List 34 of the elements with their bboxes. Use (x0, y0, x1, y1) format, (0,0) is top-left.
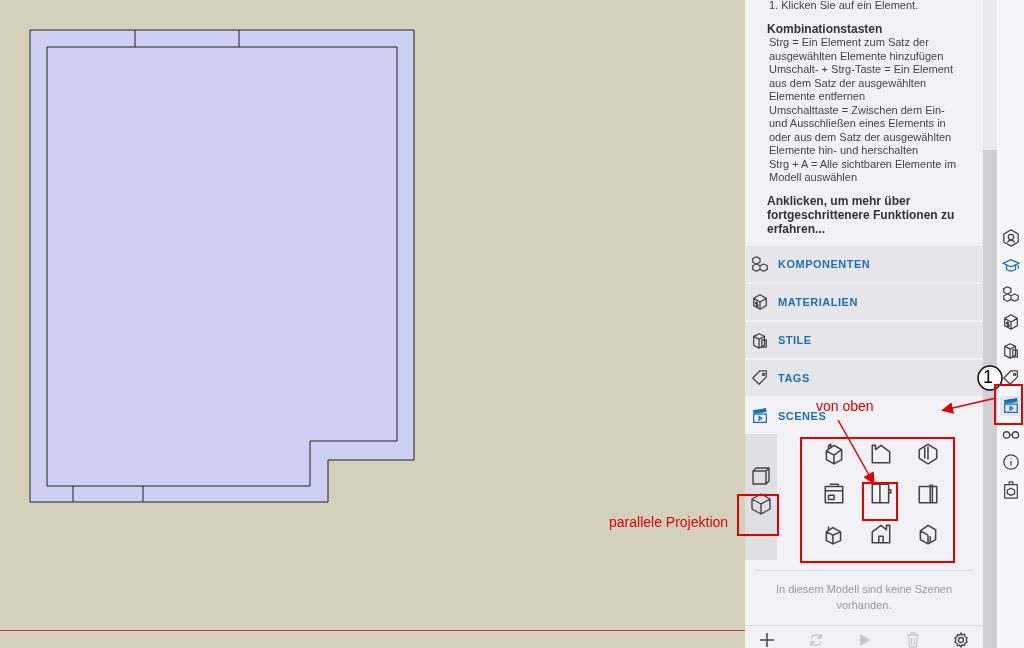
instruction-text: Umschalt- + Strg-Taste = Ein Element aus dem Satz der ausgewählten Elemente entfernen (768, 63, 954, 104)
tray-header[interactable]: STILE (745, 322, 983, 358)
clapperboard-icon (751, 407, 769, 425)
annotation-arrow (941, 397, 997, 414)
annotation-label: von oben (816, 398, 874, 414)
cubes-icon (751, 255, 769, 273)
highlight-frame (737, 494, 779, 536)
building-front-icon[interactable] (822, 481, 846, 505)
tag-icon (751, 369, 769, 387)
instruction-heading: Kombinationstasten (767, 22, 884, 36)
styles-icon (751, 331, 769, 349)
instruction-text: Strg + A = Alle sichtbaren Elemente im Modell auswählen (768, 157, 958, 185)
tray-header[interactable]: MATERIALIEN (745, 284, 983, 320)
add-button[interactable] (759, 632, 775, 648)
annotation-arrow (837, 419, 875, 485)
instruction-step: 1. Klicken Sie auf ein Element. (767, 0, 961, 13)
settings-button[interactable] (953, 632, 969, 648)
instruction-text: Umschalttaste = Zwischen dem Ein- und Ausschließen eines Elements in oder aus dem Satz der ausgewählten Elemente hin- und herschalten (768, 103, 953, 158)
highlight-frame (994, 384, 1023, 425)
house-top-icon[interactable] (916, 441, 940, 465)
instruction-text: Strg = Ein Element zum Satz der ausgewählten Elemente hinzufügen (768, 36, 945, 63)
learn-more-link[interactable]: Anklicken, um mehr über fortgeschrittenere Funktionen zu erfahren... (767, 193, 961, 236)
clapperboard-icon[interactable] (999, 396, 1022, 416)
empty-scenes-message: In diesem Modell sind keine Szenen vorhanden. (774, 582, 954, 613)
tray-header[interactable]: TAGS (745, 360, 983, 396)
door-panel-icon[interactable] (869, 481, 893, 505)
perspective-cube-icon[interactable] (749, 464, 773, 488)
annotation-number: 1 (983, 366, 993, 388)
tray-header[interactable]: KOMPONENTEN (745, 246, 983, 282)
cube-icon (751, 293, 769, 311)
parallel-cube-icon[interactable] (749, 492, 773, 516)
annotation-label: parallele Projektion (609, 514, 729, 530)
building-side-icon[interactable] (916, 481, 940, 505)
scrollbar-thumb[interactable] (983, 150, 997, 648)
